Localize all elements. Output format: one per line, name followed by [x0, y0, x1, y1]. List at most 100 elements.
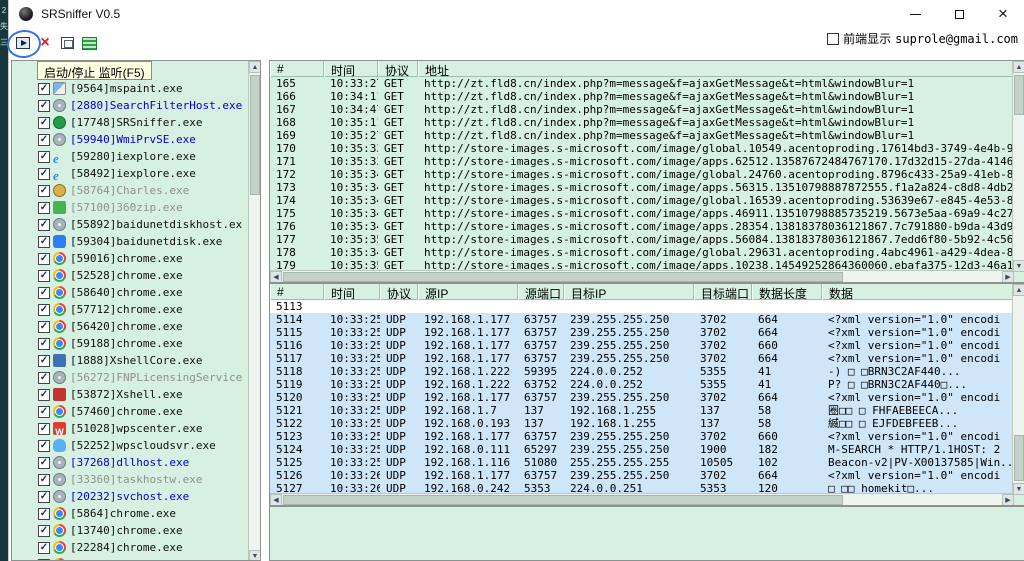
process-list-item[interactable]: [57460]chrome.exe — [12, 403, 250, 420]
process-checkbox[interactable] — [38, 372, 50, 384]
column-header[interactable]: 协议 — [380, 284, 418, 300]
close-button[interactable] — [981, 0, 1024, 28]
process-checkbox[interactable] — [38, 83, 50, 95]
process-checkbox[interactable] — [38, 321, 50, 333]
table-row[interactable]: 17310:35:34GEThttp://store-images.s-micr… — [270, 181, 1014, 194]
column-header[interactable]: 目标IP — [564, 284, 694, 300]
scrollbar-thumb[interactable] — [1014, 75, 1024, 115]
process-checkbox[interactable] — [38, 185, 50, 197]
scroll-down-arrow-icon[interactable] — [1013, 483, 1024, 495]
column-header[interactable]: 地址 — [418, 61, 1014, 77]
table-row[interactable]: 5113 — [270, 300, 1014, 313]
process-checkbox[interactable] — [38, 423, 50, 435]
table-row[interactable]: 511510:33:25UDP192.168.1.17763757239.255… — [270, 326, 1014, 339]
scroll-up-arrow-icon[interactable] — [249, 61, 261, 73]
table-row[interactable]: 17010:35:33GEThttp://store-images.s-micr… — [270, 142, 1014, 155]
process-checkbox[interactable] — [38, 525, 50, 537]
table-row[interactable]: 512010:33:25UDP192.168.1.17763757239.255… — [270, 391, 1014, 404]
process-list-item[interactable]: [59304]baidunetdisk.exe — [12, 233, 250, 250]
process-checkbox[interactable] — [38, 406, 50, 418]
process-checkbox[interactable] — [38, 491, 50, 503]
process-list-item[interactable]: [59940]WmiPrvSE.exe — [12, 131, 250, 148]
process-checkbox[interactable] — [38, 287, 50, 299]
scrollbar-thumb[interactable] — [1014, 435, 1024, 481]
process-list-item[interactable]: [5864]chrome.exe — [12, 505, 250, 522]
process-checkbox[interactable] — [38, 100, 50, 112]
process-list-item[interactable]: [59016]chrome.exe — [12, 250, 250, 267]
maximize-button[interactable] — [937, 0, 981, 28]
process-list-item[interactable]: [57712]chrome.exe — [12, 301, 250, 318]
process-list-scrollbar[interactable] — [248, 61, 260, 561]
scroll-left-arrow-icon[interactable] — [270, 271, 282, 283]
table-row[interactable]: 512410:33:25UDP192.168.0.11165297239.255… — [270, 443, 1014, 456]
process-list-item[interactable]: [58764]Charles.exe — [12, 182, 250, 199]
scroll-down-arrow-icon[interactable] — [249, 550, 261, 561]
scrollbar-thumb[interactable] — [283, 495, 843, 505]
column-header[interactable]: 目标端口 — [694, 284, 752, 300]
table-row[interactable]: 16910:35:27GEThttp://zt.fld8.cn/index.ph… — [270, 129, 1014, 142]
table-row[interactable]: 511910:33:25UDP192.168.1.22263752224.0.0… — [270, 378, 1014, 391]
process-checkbox[interactable] — [38, 304, 50, 316]
table-row[interactable]: 512610:33:26UDP192.168.1.17763757239.255… — [270, 469, 1014, 482]
process-list-item[interactable]: [57100]360zip.exe — [12, 199, 250, 216]
process-list-item[interactable]: [4556]chrome.exe — [12, 556, 250, 561]
process-checkbox[interactable] — [38, 168, 50, 180]
process-list-item[interactable]: [1888]XshellCore.exe — [12, 352, 250, 369]
scroll-right-arrow-icon[interactable] — [1002, 494, 1014, 506]
table-row[interactable]: 17710:35:35GEThttp://store-images.s-micr… — [270, 233, 1014, 246]
process-list-item[interactable]: [52528]chrome.exe — [12, 267, 250, 284]
process-list-item[interactable]: [55892]baidunetdiskhost.ex — [12, 216, 250, 233]
packet-table-hscrollbar[interactable] — [270, 493, 1014, 505]
table-row[interactable]: 511410:33:25UDP192.168.1.17763757239.255… — [270, 313, 1014, 326]
process-list-item[interactable]: [56272]FNPLicensingService — [12, 369, 250, 386]
process-checkbox[interactable] — [38, 270, 50, 282]
process-checkbox[interactable] — [38, 117, 50, 129]
process-list-item[interactable]: [20232]svchost.exe — [12, 488, 250, 505]
table-row[interactable]: 512310:33:25UDP192.168.1.17763757239.255… — [270, 430, 1014, 443]
http-table-vscrollbar[interactable] — [1012, 61, 1024, 272]
table-row[interactable]: 17810:35:34GEThttp://store-images.s-micr… — [270, 246, 1014, 259]
scrollbar-thumb[interactable] — [250, 75, 260, 195]
process-checkbox[interactable] — [38, 219, 50, 231]
process-list-item[interactable]: [37268]dllhost.exe — [12, 454, 250, 471]
process-checkbox[interactable] — [38, 355, 50, 367]
table-row[interactable]: 511610:33:25UDP192.168.1.17763757239.255… — [270, 339, 1014, 352]
minimize-button[interactable] — [893, 0, 937, 28]
process-checkbox[interactable] — [38, 338, 50, 350]
column-header[interactable]: # — [270, 61, 324, 77]
scroll-right-arrow-icon[interactable] — [1002, 271, 1014, 283]
process-list-item[interactable]: [2880]SearchFilterHost.exe — [12, 97, 250, 114]
process-checkbox[interactable] — [38, 542, 50, 554]
process-list-item[interactable]: [22284]chrome.exe — [12, 539, 250, 556]
process-checkbox[interactable] — [38, 508, 50, 520]
process-list-item[interactable]: [13740]chrome.exe — [12, 522, 250, 539]
process-list-item[interactable]: [56420]chrome.exe — [12, 318, 250, 335]
table-row[interactable]: 16810:35:11GEThttp://zt.fld8.cn/index.ph… — [270, 116, 1014, 129]
process-list-item[interactable]: [9564]mspaint.exe — [12, 80, 250, 97]
process-checkbox[interactable] — [38, 202, 50, 214]
table-row[interactable]: 512510:33:25UDP192.168.1.11651080255.255… — [270, 456, 1014, 469]
process-list-item[interactable]: [59188]chrome.exe — [12, 335, 250, 352]
table-row[interactable]: 17110:35:33GEThttp://store-images.s-micr… — [270, 155, 1014, 168]
table-row[interactable]: 512110:33:25UDP192.168.1.7137192.168.1.2… — [270, 404, 1014, 417]
process-checkbox[interactable] — [38, 151, 50, 163]
process-list-item[interactable]: [53872]Xshell.exe — [12, 386, 250, 403]
column-header[interactable]: 时间 — [324, 61, 378, 77]
table-row[interactable]: 16710:34:47GEThttp://zt.fld8.cn/index.ph… — [270, 103, 1014, 116]
process-list-item[interactable]: [59280]iexplore.exe — [12, 148, 250, 165]
filter-button[interactable] — [57, 33, 77, 53]
column-header[interactable]: 时间 — [324, 284, 380, 300]
table-row[interactable]: 17510:35:34GEThttp://store-images.s-micr… — [270, 207, 1014, 220]
column-header[interactable]: 数据长度 — [752, 284, 822, 300]
table-row[interactable]: 17610:35:34GEThttp://store-images.s-micr… — [270, 220, 1014, 233]
packet-table-vscrollbar[interactable] — [1012, 284, 1024, 495]
table-row[interactable]: 511710:33:25UDP192.168.1.17763757239.255… — [270, 352, 1014, 365]
column-header[interactable]: 数据 — [822, 284, 1014, 300]
frontend-display-checkbox[interactable] — [827, 33, 839, 45]
process-checkbox[interactable] — [38, 440, 50, 452]
column-header[interactable]: 源端口 — [518, 284, 564, 300]
scroll-up-arrow-icon[interactable] — [1013, 61, 1024, 73]
scroll-left-arrow-icon[interactable] — [270, 494, 282, 506]
table-row[interactable]: 17410:35:34GEThttp://store-images.s-micr… — [270, 194, 1014, 207]
process-list-item[interactable]: [58492]iexplore.exe — [12, 165, 250, 182]
